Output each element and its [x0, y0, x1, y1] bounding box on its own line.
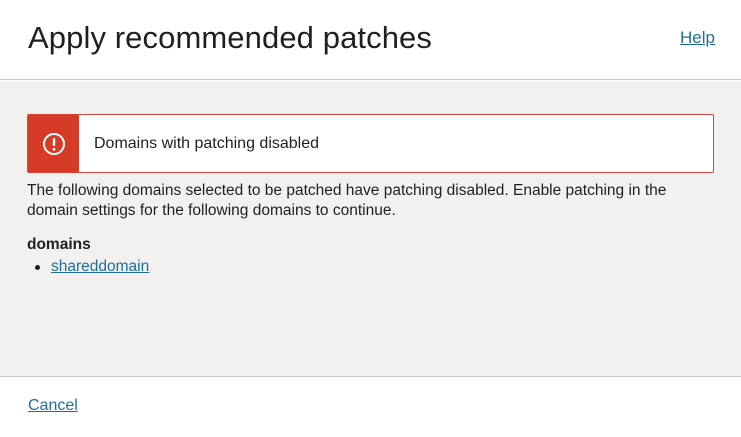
apply-patches-dialog: Apply recommended patches Help Domains w…: [0, 0, 741, 437]
dialog-title: Apply recommended patches: [28, 20, 433, 55]
dialog-header: Apply recommended patches Help: [0, 0, 741, 80]
error-banner-title: Domains with patching disabled: [94, 134, 320, 152]
help-link[interactable]: Help: [680, 28, 715, 48]
bullet-icon: [35, 264, 40, 270]
domains-heading: domains: [27, 236, 91, 253]
list-item: shareddomain: [35, 257, 149, 277]
dialog-body: Domains with patching disabled The follo…: [0, 81, 741, 376]
error-icon-container: [28, 115, 79, 172]
cancel-link[interactable]: Cancel: [28, 397, 78, 415]
domain-list: shareddomain: [35, 257, 149, 277]
error-banner: Domains with patching disabled: [27, 114, 714, 173]
domain-link-shareddomain[interactable]: shareddomain: [51, 257, 149, 277]
error-exclamation-icon: [42, 132, 65, 155]
dialog-footer: Cancel: [0, 376, 741, 437]
error-message: The following domains selected to be pat…: [27, 182, 667, 219]
